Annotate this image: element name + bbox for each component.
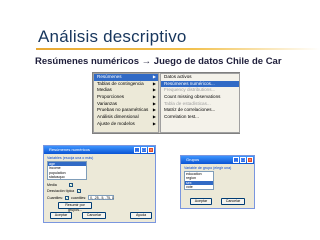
cancelar-button[interactable]: Cancelar — [82, 212, 106, 219]
menu-item-tablas-contingencia[interactable]: Tablas de contingencia ▶ — [94, 81, 158, 88]
submenu-arrow-icon: ▶ — [152, 114, 156, 120]
menu-item-datos-activos[interactable]: Datos activos — [161, 74, 239, 81]
cuantiles-sub-label: cuantiles: — [70, 195, 87, 200]
cuantiles-option: Cuantiles: cuantiles: 0, .25, .5, .75, 1 — [47, 195, 115, 200]
title-underline — [36, 48, 320, 50]
cuantiles-checkbox[interactable] — [64, 195, 69, 200]
statistics-menu-list: Resúmenes ▶ Tablas de contingencia ▶ Media… — [93, 73, 159, 133]
cuantiles-label: Cuantiles: — [47, 195, 63, 200]
minimize-icon[interactable]: _ — [134, 147, 140, 153]
maximize-icon[interactable]: □ — [141, 147, 147, 153]
dialog-titlebar: Resúmenes numéricos _ □ × — [44, 146, 155, 154]
media-checkbox[interactable] — [69, 183, 73, 187]
menu-item-medias[interactable]: Medias ▶ — [94, 87, 158, 94]
submenu-arrow-icon: ▶ — [152, 80, 156, 86]
submenu-arrow-icon: ▶ — [152, 94, 156, 100]
close-icon[interactable]: × — [148, 147, 154, 153]
maximize-icon[interactable]: □ — [240, 157, 246, 163]
aceptar-button[interactable]: Aceptar — [190, 198, 212, 205]
menu-item-resumenes-numericos[interactable]: Resúmenes numéricos... — [161, 80, 239, 88]
desviacion-option: Desviación típica — [47, 189, 81, 193]
window-controls: _ □ × — [233, 157, 253, 163]
statistics-menu: Resúmenes ▶ Tablas de contingencia ▶ Media… — [92, 72, 240, 134]
ayuda-button[interactable]: Ayuda — [130, 212, 152, 219]
submenu-arrow-icon: ▶ — [152, 107, 156, 113]
desviacion-label: Desviación típica — [47, 189, 75, 193]
menu-item-tabla-estadisticas: Tabla de estadísticas... — [164, 100, 211, 106]
menu-item-varianzas[interactable]: Varianzas ▶ — [94, 101, 158, 108]
minimize-icon[interactable]: _ — [233, 157, 239, 163]
slide-subtitle: Resúmenes numéricos → Juego de datos Chi… — [35, 56, 282, 67]
variables-label: Variables (escoja una o más) — [47, 156, 94, 160]
group-variable-listbox[interactable]: education region sex vote — [184, 171, 214, 190]
window-controls: _ □ × — [134, 147, 154, 153]
submenu-arrow-icon: ▶ — [152, 74, 156, 79]
aceptar-button[interactable]: Aceptar — [50, 212, 72, 219]
menu-item-matriz-correlaciones[interactable]: Matriz de correlaciones... — [161, 107, 239, 114]
close-icon[interactable]: × — [247, 157, 253, 163]
cancelar-button[interactable]: Cancelar — [221, 198, 245, 205]
submenu-arrow-icon: ▶ — [152, 87, 156, 93]
resumir-por-grupos-button[interactable]: Resumir por grupos... — [58, 202, 92, 212]
menu-item-correlation-test[interactable]: Correlation test... — [161, 114, 239, 121]
groups-dialog: Grupos _ □ × Variable de grupo (elegir u… — [180, 155, 255, 209]
submenu-arrow-icon: ▶ — [152, 100, 156, 106]
cuantiles-input[interactable]: 0, .25, .5, .75, 1 — [88, 195, 115, 200]
media-label: Media — [47, 183, 57, 187]
resumenes-submenu: Datos activos Resúmenes numéricos... Fre… — [160, 73, 240, 133]
menu-item-ajuste-modelos[interactable]: Ajuste de modelos ▶ — [94, 121, 158, 128]
menu-item-count-missing[interactable]: Count missing observations — [161, 94, 239, 101]
dialog-titlebar: Grupos _ □ × — [181, 156, 254, 164]
numerical-summaries-dialog: Resúmenes numéricos _ □ × Variables (esc… — [43, 145, 156, 223]
media-option: Media — [47, 183, 73, 187]
menu-item-proporciones[interactable]: Proporciones ▶ — [94, 94, 158, 101]
submenu-arrow-icon: ▶ — [152, 120, 156, 126]
menu-item-frequency-distributions: Frequency distributions... — [164, 87, 216, 93]
variables-listbox[interactable]: age income population statusquo — [47, 161, 87, 180]
group-variable-label: Variable de grupo (elegir una) — [184, 166, 232, 170]
slide-title: Análisis descriptivo — [38, 27, 187, 46]
list-item[interactable]: statusquo — [48, 175, 86, 179]
menu-item-resumenes[interactable]: Resúmenes ▶ — [94, 74, 158, 81]
menu-item-pruebas-no-parametricas[interactable]: Pruebas no paramétricas ▶ — [94, 107, 158, 114]
list-item[interactable]: vote — [185, 185, 213, 189]
menu-item-analisis-dimensional[interactable]: Análisis dimensional ▶ — [94, 114, 158, 121]
desviacion-checkbox[interactable] — [77, 189, 81, 193]
